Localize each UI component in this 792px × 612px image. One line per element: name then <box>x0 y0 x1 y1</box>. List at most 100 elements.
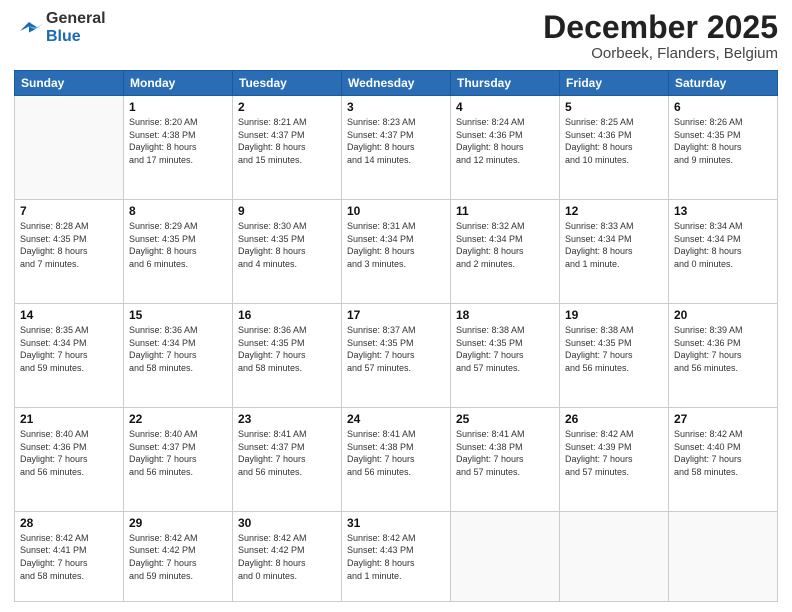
day-number: 4 <box>456 100 554 114</box>
day-number: 27 <box>674 412 772 426</box>
calendar-cell: 15 Sunrise: 8:36 AMSunset: 4:34 PMDayligh… <box>124 304 233 408</box>
day-number: 5 <box>565 100 663 114</box>
day-info: Sunrise: 8:42 AMSunset: 4:41 PMDaylight:… <box>20 532 118 582</box>
day-number: 28 <box>20 516 118 530</box>
calendar-cell: 26Sunrise: 8:42 AMSunset: 4:39 PMDayligh… <box>560 407 669 511</box>
calendar-cell: 10 Sunrise: 8:31 AMSunset: 4:34 PMDayligh… <box>342 200 451 304</box>
calendar-cell: 5 Sunrise: 8:25 AMSunset: 4:36 PMDaylight… <box>560 96 669 200</box>
day-number: 8 <box>129 204 227 218</box>
day-number: 25 <box>456 412 554 426</box>
day-info: Sunrise: 8:32 AMSunset: 4:34 PMDaylight:… <box>456 220 554 270</box>
day-info: Sunrise: 8:38 AMSunset: 4:35 PMDaylight:… <box>456 324 554 374</box>
header-sunday: Sunday <box>15 71 124 96</box>
month-title: December 2025 <box>543 10 778 45</box>
day-number: 10 <box>347 204 445 218</box>
header-thursday: Thursday <box>451 71 560 96</box>
logo-blue: Blue <box>46 28 106 46</box>
day-number: 9 <box>238 204 336 218</box>
calendar-cell: 23 Sunrise: 8:41 AMSunset: 4:37 PMDayligh… <box>233 407 342 511</box>
day-info: Sunrise: 8:28 AMSunset: 4:35 PMDaylight:… <box>20 220 118 270</box>
calendar-cell: 11Sunrise: 8:32 AMSunset: 4:34 PMDayligh… <box>451 200 560 304</box>
calendar-cell: 16 Sunrise: 8:36 AMSunset: 4:35 PMDayligh… <box>233 304 342 408</box>
calendar-cell: 6 Sunrise: 8:26 AMSunset: 4:35 PMDaylight… <box>669 96 778 200</box>
calendar-week-2: 7 Sunrise: 8:28 AMSunset: 4:35 PMDaylight… <box>15 200 778 304</box>
calendar-cell <box>15 96 124 200</box>
day-info: Sunrise: 8:42 AMSunset: 4:42 PMDaylight:… <box>129 532 227 582</box>
day-info: Sunrise: 8:42 AMSunset: 4:40 PMDaylight:… <box>674 428 772 478</box>
day-info: Sunrise: 8:36 AMSunset: 4:34 PMDaylight:… <box>129 324 227 374</box>
day-number: 17 <box>347 308 445 322</box>
day-info: Sunrise: 8:41 AMSunset: 4:37 PMDaylight:… <box>238 428 336 478</box>
logo-text: General Blue <box>46 10 106 45</box>
calendar-table: Sunday Monday Tuesday Wednesday Thursday… <box>14 70 778 602</box>
calendar-week-4: 21Sunrise: 8:40 AMSunset: 4:36 PMDayligh… <box>15 407 778 511</box>
calendar-cell: 19 Sunrise: 8:38 AMSunset: 4:35 PMDayligh… <box>560 304 669 408</box>
day-info: Sunrise: 8:24 AMSunset: 4:36 PMDaylight:… <box>456 116 554 166</box>
calendar-cell <box>560 511 669 601</box>
day-number: 23 <box>238 412 336 426</box>
header-tuesday: Tuesday <box>233 71 342 96</box>
day-number: 30 <box>238 516 336 530</box>
header-friday: Friday <box>560 71 669 96</box>
calendar-cell: 1 Sunrise: 8:20 AMSunset: 4:38 PMDaylight… <box>124 96 233 200</box>
day-number: 21 <box>20 412 118 426</box>
logo-general: General <box>46 10 106 28</box>
calendar-cell: 7 Sunrise: 8:28 AMSunset: 4:35 PMDaylight… <box>15 200 124 304</box>
day-number: 29 <box>129 516 227 530</box>
calendar-cell: 21Sunrise: 8:40 AMSunset: 4:36 PMDayligh… <box>15 407 124 511</box>
weekday-header-row: Sunday Monday Tuesday Wednesday Thursday… <box>15 71 778 96</box>
calendar-week-3: 14Sunrise: 8:35 AMSunset: 4:34 PMDayligh… <box>15 304 778 408</box>
day-number: 15 <box>129 308 227 322</box>
calendar-week-5: 28 Sunrise: 8:42 AMSunset: 4:41 PMDayligh… <box>15 511 778 601</box>
day-number: 18 <box>456 308 554 322</box>
logo: General Blue <box>14 10 106 45</box>
day-info: Sunrise: 8:25 AMSunset: 4:36 PMDaylight:… <box>565 116 663 166</box>
day-number: 19 <box>565 308 663 322</box>
calendar-cell: 17Sunrise: 8:37 AMSunset: 4:35 PMDayligh… <box>342 304 451 408</box>
day-number: 7 <box>20 204 118 218</box>
location: Oorbeek, Flanders, Belgium <box>543 45 778 62</box>
calendar-cell: 14Sunrise: 8:35 AMSunset: 4:34 PMDayligh… <box>15 304 124 408</box>
day-info: Sunrise: 8:34 AMSunset: 4:34 PMDaylight:… <box>674 220 772 270</box>
header-monday: Monday <box>124 71 233 96</box>
header-wednesday: Wednesday <box>342 71 451 96</box>
calendar-cell: 8Sunrise: 8:29 AMSunset: 4:35 PMDaylight… <box>124 200 233 304</box>
day-info: Sunrise: 8:36 AMSunset: 4:35 PMDaylight:… <box>238 324 336 374</box>
day-info: Sunrise: 8:41 AMSunset: 4:38 PMDaylight:… <box>347 428 445 478</box>
calendar-cell: 31 Sunrise: 8:42 AMSunset: 4:43 PMDayligh… <box>342 511 451 601</box>
day-info: Sunrise: 8:35 AMSunset: 4:34 PMDaylight:… <box>20 324 118 374</box>
calendar-cell: 28 Sunrise: 8:42 AMSunset: 4:41 PMDayligh… <box>15 511 124 601</box>
calendar-cell <box>669 511 778 601</box>
day-number: 22 <box>129 412 227 426</box>
calendar-cell: 12Sunrise: 8:33 AMSunset: 4:34 PMDayligh… <box>560 200 669 304</box>
day-number: 6 <box>674 100 772 114</box>
day-info: Sunrise: 8:33 AMSunset: 4:34 PMDaylight:… <box>565 220 663 270</box>
day-info: Sunrise: 8:30 AMSunset: 4:35 PMDaylight:… <box>238 220 336 270</box>
header-saturday: Saturday <box>669 71 778 96</box>
day-number: 2 <box>238 100 336 114</box>
calendar-cell: 25Sunrise: 8:41 AMSunset: 4:38 PMDayligh… <box>451 407 560 511</box>
day-info: Sunrise: 8:39 AMSunset: 4:36 PMDaylight:… <box>674 324 772 374</box>
day-info: Sunrise: 8:42 AMSunset: 4:42 PMDaylight:… <box>238 532 336 582</box>
day-number: 31 <box>347 516 445 530</box>
logo-icon <box>14 16 44 40</box>
day-info: Sunrise: 8:40 AMSunset: 4:37 PMDaylight:… <box>129 428 227 478</box>
calendar-cell: 27 Sunrise: 8:42 AMSunset: 4:40 PMDayligh… <box>669 407 778 511</box>
calendar-cell: 13 Sunrise: 8:34 AMSunset: 4:34 PMDayligh… <box>669 200 778 304</box>
calendar-week-1: 1 Sunrise: 8:20 AMSunset: 4:38 PMDaylight… <box>15 96 778 200</box>
day-info: Sunrise: 8:42 AMSunset: 4:39 PMDaylight:… <box>565 428 663 478</box>
calendar-cell: 18 Sunrise: 8:38 AMSunset: 4:35 PMDayligh… <box>451 304 560 408</box>
main-container: General Blue December 2025 Oorbeek, Flan… <box>0 0 792 612</box>
calendar-cell: 2 Sunrise: 8:21 AMSunset: 4:37 PMDaylight… <box>233 96 342 200</box>
day-number: 1 <box>129 100 227 114</box>
day-info: Sunrise: 8:38 AMSunset: 4:35 PMDaylight:… <box>565 324 663 374</box>
calendar-cell: 9 Sunrise: 8:30 AMSunset: 4:35 PMDaylight… <box>233 200 342 304</box>
day-number: 3 <box>347 100 445 114</box>
day-info: Sunrise: 8:20 AMSunset: 4:38 PMDaylight:… <box>129 116 227 166</box>
day-number: 13 <box>674 204 772 218</box>
day-info: Sunrise: 8:42 AMSunset: 4:43 PMDaylight:… <box>347 532 445 582</box>
day-number: 16 <box>238 308 336 322</box>
day-info: Sunrise: 8:21 AMSunset: 4:37 PMDaylight:… <box>238 116 336 166</box>
day-info: Sunrise: 8:26 AMSunset: 4:35 PMDaylight:… <box>674 116 772 166</box>
day-info: Sunrise: 8:31 AMSunset: 4:34 PMDaylight:… <box>347 220 445 270</box>
